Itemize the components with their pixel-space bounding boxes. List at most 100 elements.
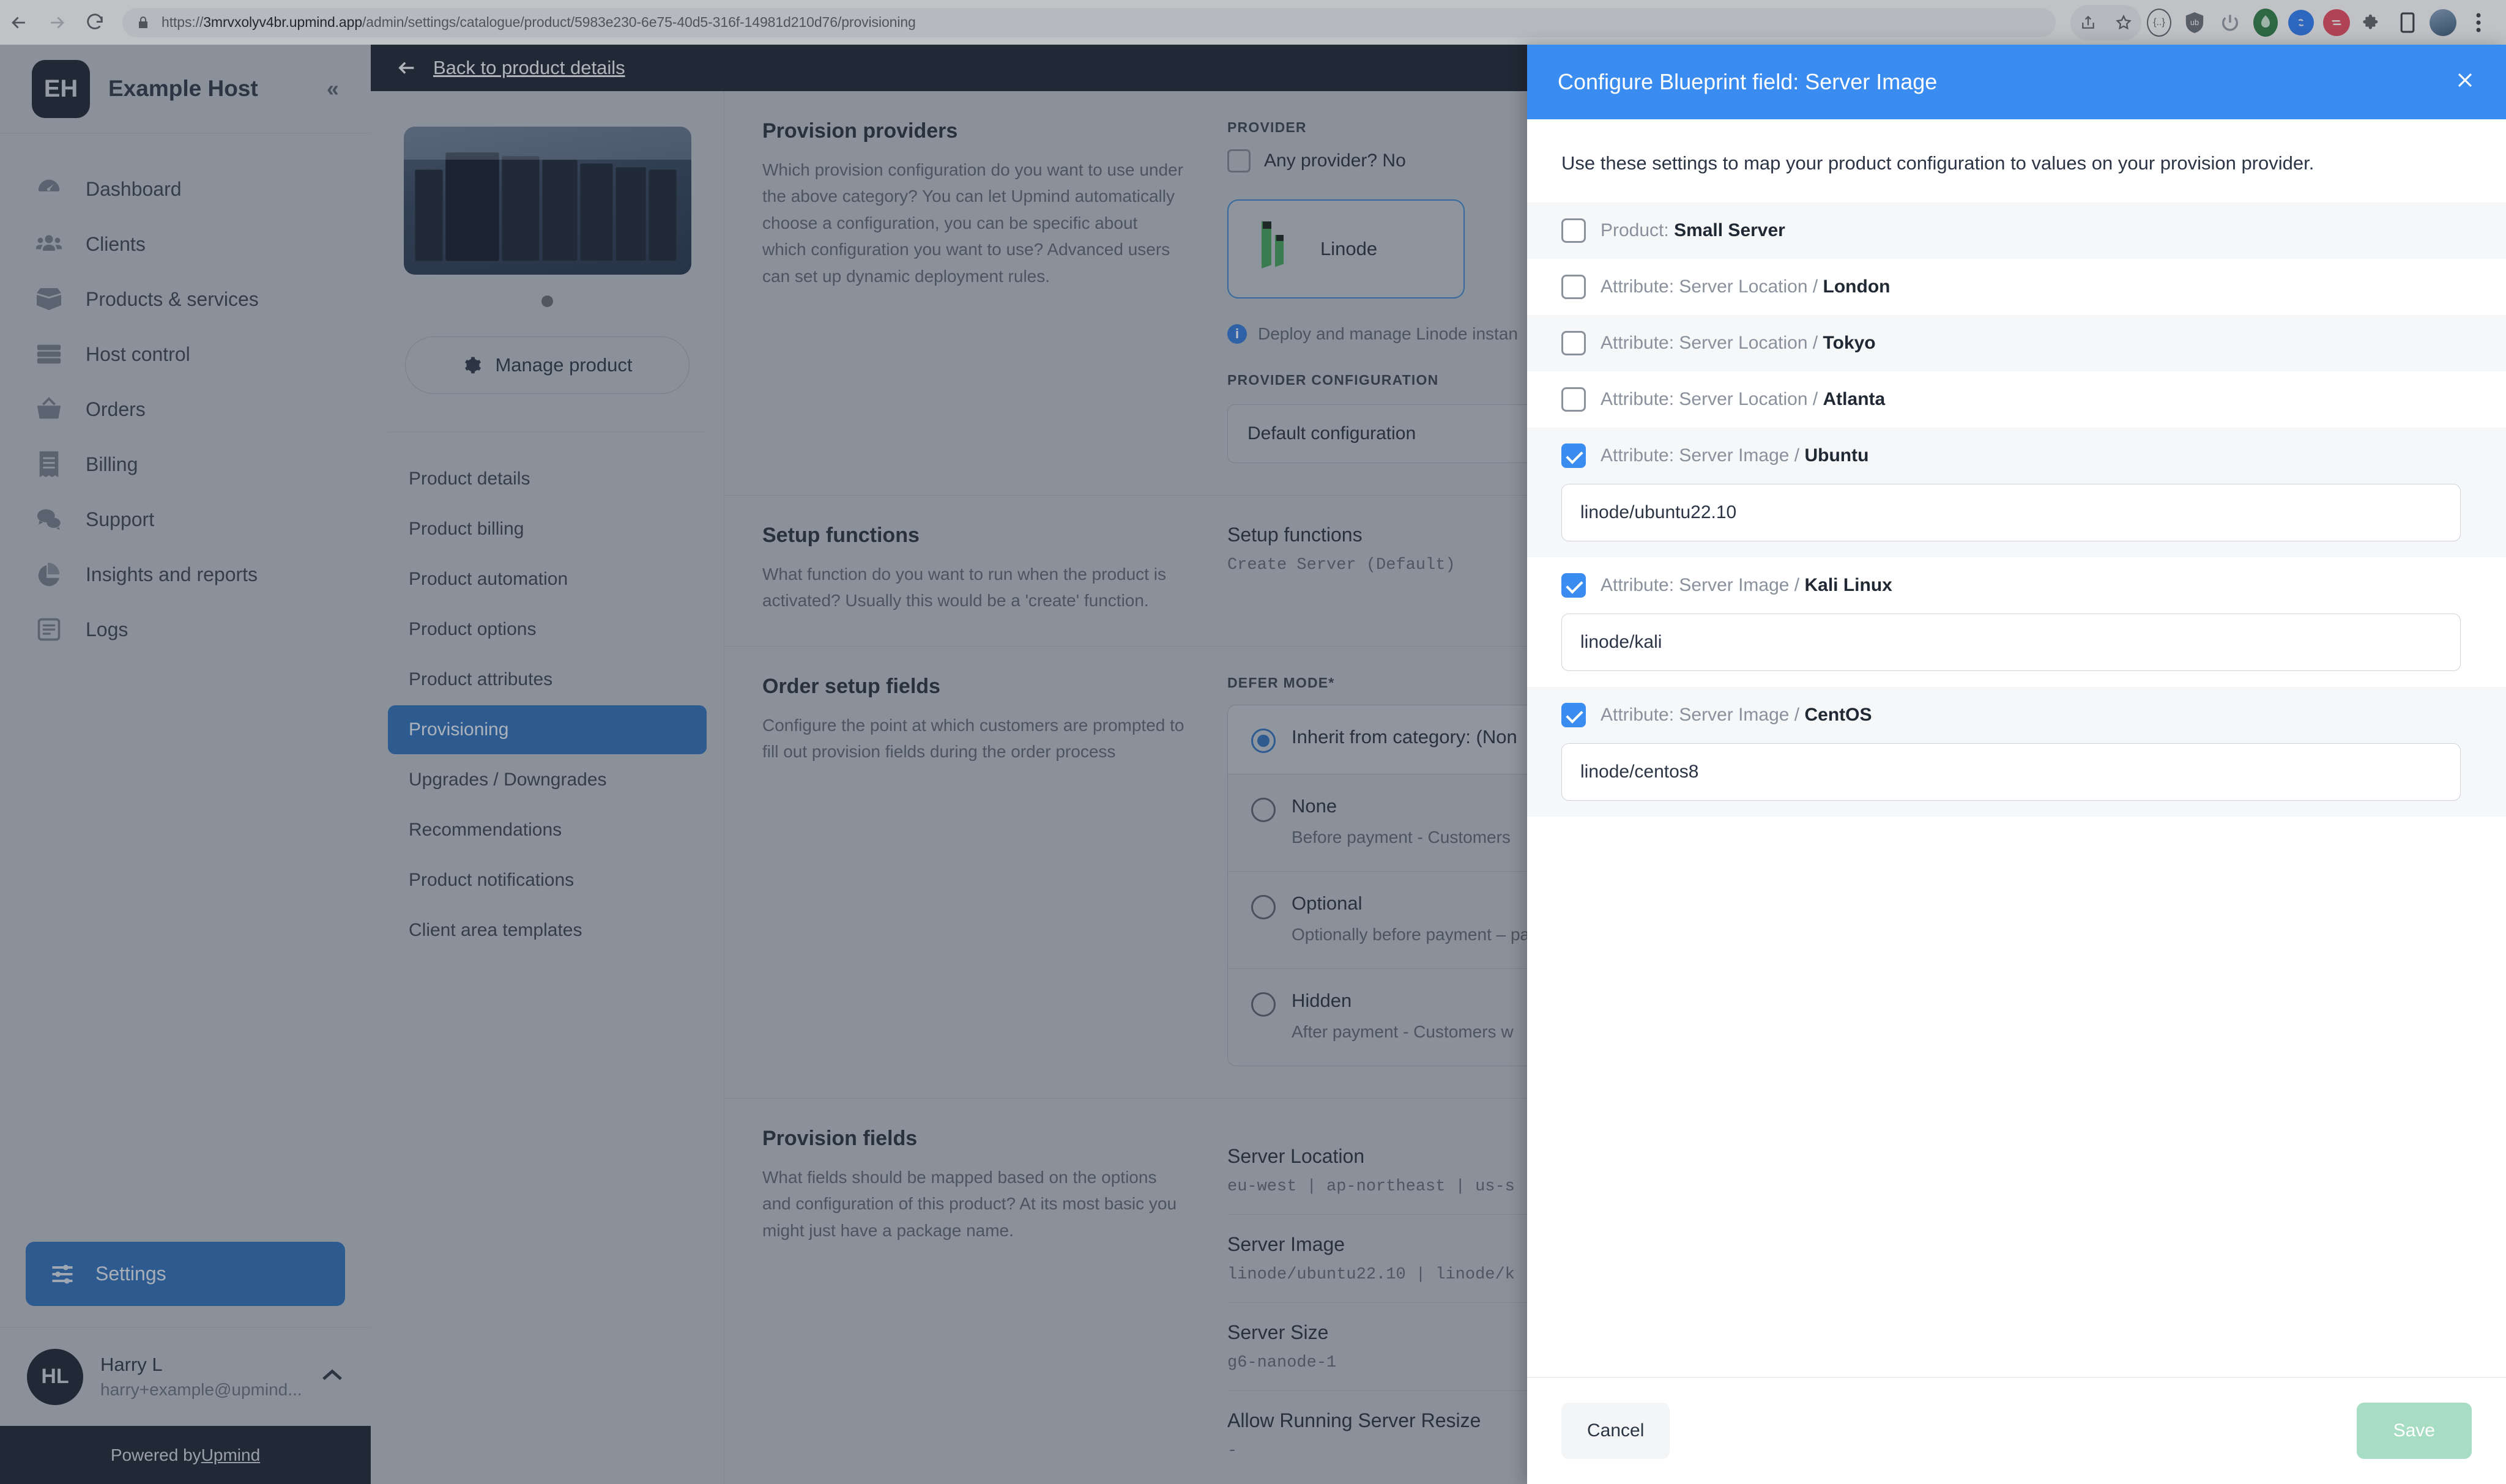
mapping-name: Atlanta xyxy=(1823,389,1886,409)
back-to-product-details-link[interactable]: Back to product details xyxy=(433,57,625,79)
sidebar-item-clients[interactable]: Clients xyxy=(0,217,371,272)
save-button[interactable]: Save xyxy=(2356,1403,2472,1459)
mapping-row-server-location-london[interactable]: Attribute: Server Location / London xyxy=(1527,259,2506,315)
brand-header[interactable]: EH Example Host « xyxy=(0,45,371,133)
close-x-icon[interactable] xyxy=(2455,70,2475,95)
arrow-left-icon[interactable] xyxy=(396,58,417,78)
radio-icon xyxy=(1251,894,1276,919)
mapping-value-input-kali[interactable]: linode/kali xyxy=(1561,614,2461,671)
sidebar-item-billing[interactable]: Billing xyxy=(0,437,371,492)
mapping-prefix: Product: xyxy=(1601,220,1675,240)
subnav-item-client-area-templates[interactable]: Client area templates xyxy=(388,906,707,955)
sidebar-item-dashboard[interactable]: Dashboard xyxy=(0,161,371,217)
mapping-value-input-centos[interactable]: linode/centos8 xyxy=(1561,743,2461,801)
mapping-checkbox[interactable] xyxy=(1561,703,1586,727)
sidebar-item-host-control[interactable]: Host control xyxy=(0,327,371,382)
mapping-row-server-location-tokyo[interactable]: Attribute: Server Location / Tokyo xyxy=(1527,315,2506,371)
powered-by-footer: Powered by Upmind xyxy=(0,1426,371,1484)
subnav-label: Product options xyxy=(409,619,537,639)
chevron-up-icon[interactable] xyxy=(321,1365,344,1389)
mapping-prefix: Attribute: Server Image / xyxy=(1601,575,1805,595)
subnav-item-product-billing[interactable]: Product billing xyxy=(388,505,707,554)
reload-icon[interactable] xyxy=(76,4,114,42)
subnav-item-product-details[interactable]: Product details xyxy=(388,454,707,503)
mapping-prefix: Attribute: Server Image / xyxy=(1601,445,1805,466)
subnav-item-product-automation[interactable]: Product automation xyxy=(388,555,707,604)
bookmark-star-icon[interactable] xyxy=(2106,5,2141,40)
product-image xyxy=(403,127,691,275)
mapping-name: London xyxy=(1823,276,1891,297)
subnav-item-provisioning[interactable]: Provisioning xyxy=(388,705,707,754)
provider-card-linode[interactable]: Linode xyxy=(1227,199,1465,299)
sidebar-item-settings[interactable]: Settings xyxy=(26,1242,345,1306)
mapping-checkbox[interactable] xyxy=(1561,573,1586,598)
extensions-puzzle-icon[interactable] xyxy=(2354,5,2390,40)
back-arrow-icon[interactable] xyxy=(0,4,38,42)
swap-extension-icon[interactable] xyxy=(2319,5,2354,40)
grammarly-extension-icon[interactable] xyxy=(2248,5,2283,40)
subnav-item-recommendations[interactable]: Recommendations xyxy=(388,806,707,855)
mapping-checkbox[interactable] xyxy=(1561,275,1586,299)
subnav-label: Product billing xyxy=(409,519,524,539)
sidebar-item-logs[interactable]: Logs xyxy=(0,602,371,657)
share-icon[interactable] xyxy=(2070,5,2106,40)
sidebar-item-insights-reports[interactable]: Insights and reports xyxy=(0,547,371,602)
subnav-item-upgrades-downgrades[interactable]: Upgrades / Downgrades xyxy=(388,755,707,804)
chrome-menu-icon[interactable] xyxy=(2461,5,2496,40)
radio-label: Inherit from category: (Non xyxy=(1292,725,1517,748)
svg-text:ub: ub xyxy=(2190,18,2199,27)
mapping-row-head: Attribute: Server Image / Ubuntu xyxy=(1561,443,2488,468)
mapping-checkbox[interactable] xyxy=(1561,331,1586,355)
mapping-label: Attribute: Server Image / CentOS xyxy=(1601,705,1872,725)
any-provider-label: Any provider? No xyxy=(1264,150,1406,171)
mapping-label: Attribute: Server Location / Tokyo xyxy=(1601,333,1876,354)
sidebar-nav: Dashboard Clients Products & services Ho… xyxy=(0,133,371,1242)
section-left: Order setup fields Configure the point a… xyxy=(762,647,1227,1098)
any-provider-checkbox[interactable] xyxy=(1227,149,1251,173)
shazam-extension-icon[interactable] xyxy=(2283,5,2319,40)
lock-icon xyxy=(136,15,151,30)
user-meta: Harry L harry+example@upmind.... xyxy=(100,1354,303,1400)
mapping-value-input-ubuntu[interactable]: linode/ubuntu22.10 xyxy=(1561,484,2461,541)
mapping-name: Tokyo xyxy=(1823,333,1876,353)
address-bar[interactable]: https://3mrvxolyv4br.upmind.app/admin/se… xyxy=(122,7,2056,37)
mapping-name: Ubuntu xyxy=(1804,445,1869,466)
mapping-checkbox[interactable] xyxy=(1561,387,1586,412)
host-server-icon xyxy=(32,340,66,368)
mapping-checkbox[interactable] xyxy=(1561,443,1586,468)
cancel-button[interactable]: Cancel xyxy=(1561,1403,1670,1459)
powered-prefix: Powered by xyxy=(110,1445,201,1464)
subnav-item-product-options[interactable]: Product options xyxy=(388,605,707,654)
manage-product-button[interactable]: Manage product xyxy=(405,336,690,394)
forward-arrow-icon[interactable] xyxy=(38,4,76,42)
mapping-row-server-image-centos[interactable]: Attribute: Server Image / CentOS linode/… xyxy=(1527,687,2506,817)
carousel-dots[interactable] xyxy=(388,295,707,307)
subnav-item-product-attributes[interactable]: Product attributes xyxy=(388,655,707,704)
subnav-label: Recommendations xyxy=(409,820,562,840)
mapping-prefix: Attribute: Server Image / xyxy=(1601,705,1805,725)
user-name: Harry L xyxy=(100,1354,163,1375)
mapping-row-server-image-ubuntu[interactable]: Attribute: Server Image / Ubuntu linode/… xyxy=(1527,428,2506,557)
ublock-origin-extension-icon[interactable]: ub xyxy=(2177,5,2212,40)
subnav-item-product-notifications[interactable]: Product notifications xyxy=(388,856,707,905)
sidebar-item-orders[interactable]: Orders xyxy=(0,382,371,437)
sidebar-item-products-services[interactable]: Products & services xyxy=(0,272,371,327)
sidebar-item-label: Insights and reports xyxy=(86,563,258,585)
sidebar-item-support[interactable]: Support xyxy=(0,492,371,547)
gear-icon xyxy=(462,355,481,375)
json-viewer-extension-icon[interactable]: {..} xyxy=(2141,5,2177,40)
provider-configuration-value: Default configuration xyxy=(1247,423,1416,443)
power-extension-icon[interactable] xyxy=(2212,5,2248,40)
collapse-chevrons-icon[interactable]: « xyxy=(327,76,339,102)
profile-avatar-icon[interactable] xyxy=(2425,5,2461,40)
browser-toolbar-icons: {..} ub xyxy=(2070,4,2506,40)
mapping-row-product-small-server[interactable]: Product: Small Server xyxy=(1527,202,2506,259)
mapping-row-server-location-atlanta[interactable]: Attribute: Server Location / Atlanta xyxy=(1527,371,2506,428)
mapping-row-head: Attribute: Server Image / CentOS xyxy=(1561,703,2488,727)
user-account-row[interactable]: HL Harry L harry+example@upmind.... xyxy=(0,1327,371,1426)
mapping-row-server-image-kali-linux[interactable]: Attribute: Server Image / Kali Linux lin… xyxy=(1527,557,2506,687)
device-toolbar-icon[interactable] xyxy=(2390,5,2425,40)
upmind-link[interactable]: Upmind xyxy=(201,1445,260,1465)
carousel-dot[interactable] xyxy=(541,295,553,307)
mapping-checkbox[interactable] xyxy=(1561,218,1586,243)
